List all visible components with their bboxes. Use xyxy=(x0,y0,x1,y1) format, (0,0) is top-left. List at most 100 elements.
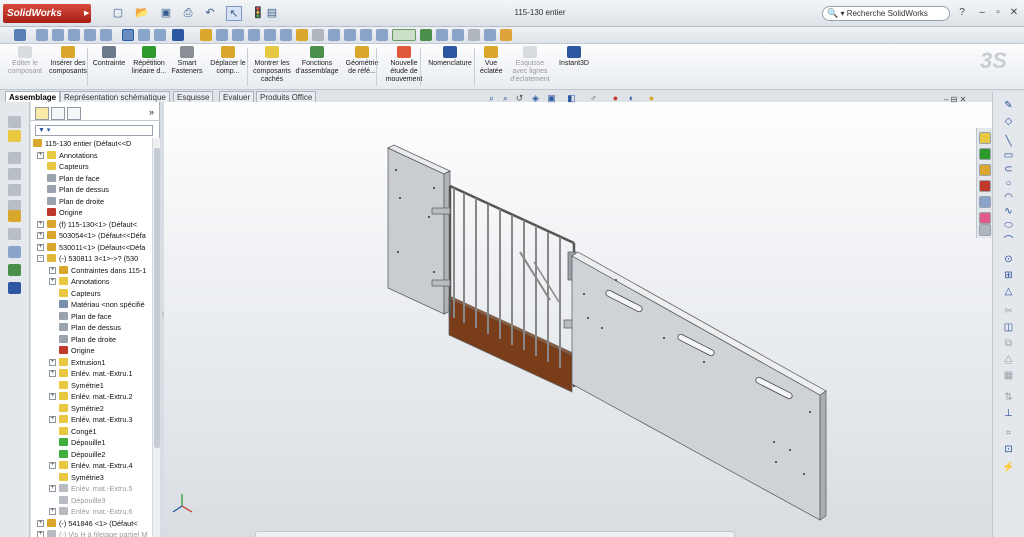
fillet-sketch-icon[interactable]: ⌒ xyxy=(1002,236,1015,248)
ribbon-button-1[interactable]: Insérer des composants xyxy=(46,46,90,76)
tree-expander[interactable]: + xyxy=(37,243,44,251)
rotate-icon[interactable] xyxy=(264,29,276,41)
help-icon[interactable]: ? xyxy=(955,6,969,20)
property-manager-tab[interactable] xyxy=(51,107,65,120)
tree-item[interactable]: Symétrie3 xyxy=(59,472,152,483)
restore-icon[interactable]: ▫ xyxy=(991,6,1005,20)
viewport-window-controls[interactable]: – ⊟ ✕ xyxy=(944,95,966,104)
custom-properties-tab-icon[interactable] xyxy=(979,224,991,236)
tab-0[interactable]: Assemblage xyxy=(5,91,61,102)
tree-item[interactable]: Congé1 xyxy=(59,426,152,437)
mirror-icon[interactable]: ⧋ xyxy=(1002,354,1015,366)
design-library-tab-icon[interactable] xyxy=(979,148,991,160)
sketch-icon[interactable]: ✎ xyxy=(1002,100,1015,112)
select-icon[interactable]: ↖ xyxy=(226,6,242,21)
tree-item[interactable]: 115-130 entier (Défaut<<D xyxy=(33,138,152,149)
right-panel[interactable] xyxy=(571,251,827,521)
scene-icon[interactable] xyxy=(484,29,496,41)
check-icon[interactable] xyxy=(312,29,324,41)
slot-icon[interactable]: ⊂ xyxy=(1002,164,1015,176)
tree-expander[interactable]: + xyxy=(49,393,56,400)
hide-show-items-icon[interactable]: ♂ xyxy=(588,93,599,104)
repair-icon[interactable]: ⌗ xyxy=(1002,428,1015,440)
smart-dimension-icon[interactable]: ◇ xyxy=(1002,116,1015,128)
tree-item[interactable]: Dépouille3 xyxy=(59,495,152,506)
tree-item[interactable]: Extrusion1 xyxy=(59,357,152,368)
tree-item[interactable]: Origine xyxy=(47,207,152,218)
view-palette-tab-icon[interactable] xyxy=(979,196,991,208)
toolbar-icon-1[interactable] xyxy=(8,116,21,128)
undo-icon[interactable]: ↶ xyxy=(202,6,218,21)
tree-item[interactable]: 503054<1> (Défaut<<Défa xyxy=(47,230,152,241)
tree-item[interactable]: (-) 530811 3<1>->? (530 xyxy=(47,253,152,264)
gate-frame[interactable] xyxy=(431,184,577,393)
graphics-area[interactable] xyxy=(164,102,992,537)
circle-icon[interactable]: ○ xyxy=(1002,178,1015,190)
ribbon-button-0[interactable]: Editer le composant xyxy=(6,46,44,76)
trim-icon[interactable]: ✂ xyxy=(1002,306,1015,318)
assembly-model[interactable] xyxy=(164,102,992,537)
zoom-icon[interactable] xyxy=(248,29,260,41)
toolbar-icon-7[interactable] xyxy=(8,210,21,222)
tree-item[interactable]: Capteurs xyxy=(47,161,152,172)
tree-item[interactable]: Dépouille1 xyxy=(59,437,152,448)
tree-expander[interactable]: + xyxy=(37,151,44,159)
ribbon-button-4[interactable]: Smart Fasteners xyxy=(170,46,204,76)
ribbon-button-6[interactable]: Montrer les composants cachés xyxy=(252,46,292,84)
tree-expander[interactable]: + xyxy=(49,508,56,515)
tree-expander[interactable]: + xyxy=(37,531,44,537)
view-normal-icon[interactable] xyxy=(100,29,112,41)
tree-item[interactable]: Annotations xyxy=(59,276,152,287)
arc-icon[interactable]: ◠ xyxy=(1002,192,1015,204)
ribbon-button-2[interactable]: Contrainte xyxy=(92,46,126,68)
display-style-icon[interactable]: ◧ xyxy=(566,93,577,104)
toolbar-icon-4[interactable] xyxy=(8,168,21,180)
spell-icon[interactable] xyxy=(200,29,212,41)
toolbar-icon-5[interactable] xyxy=(8,184,21,196)
appearances-tab-icon[interactable] xyxy=(979,212,991,224)
expand-panel-icon[interactable]: » xyxy=(149,107,154,117)
tree-expander[interactable]: + xyxy=(49,416,56,423)
mate-icon[interactable] xyxy=(296,29,308,41)
ribbon-button-10[interactable]: Nomenclature xyxy=(426,46,474,68)
tab-1[interactable]: Représentation schématique xyxy=(60,91,170,102)
tree-item[interactable]: Origine xyxy=(59,345,152,356)
display-style-icon[interactable] xyxy=(452,29,464,41)
hidden-lines-icon[interactable] xyxy=(154,29,166,41)
tree-expander[interactable]: + xyxy=(49,462,56,469)
solidworks-logo[interactable]: SolidWorks xyxy=(3,4,91,23)
previous-view-icon[interactable]: ↺ xyxy=(514,93,525,104)
tree-item[interactable]: Enlév. mat.-Extru.1 xyxy=(59,368,152,379)
rectangle-icon[interactable]: ▭ xyxy=(1002,150,1015,162)
print-icon[interactable]: ⎙ xyxy=(180,6,196,21)
tree-expander[interactable]: + xyxy=(49,485,56,492)
view-front-icon[interactable] xyxy=(36,29,48,41)
toolbar-icon-2[interactable] xyxy=(8,130,21,142)
spline-icon[interactable]: ∿ xyxy=(1002,206,1015,218)
toolbar-icon-10[interactable] xyxy=(8,264,21,276)
tree-item[interactable]: Enlév. mat.-Extru.4 xyxy=(59,460,152,471)
configuration-manager-tab[interactable] xyxy=(67,107,81,120)
toolbar-icon-9[interactable] xyxy=(8,246,21,258)
tree-filter-input[interactable]: ▼ ▾ xyxy=(35,125,153,136)
tree-item[interactable]: Plan de droite xyxy=(47,196,152,207)
edit-appearance-icon[interactable]: ● xyxy=(610,93,621,104)
tree-item[interactable]: (-) Vis H à filetage partiel M xyxy=(47,529,152,537)
tree-expander[interactable]: + xyxy=(37,232,44,239)
new-document-icon[interactable]: ▢ xyxy=(110,6,126,21)
edit-appearance-icon[interactable] xyxy=(420,29,432,41)
view-iso-icon[interactable] xyxy=(84,29,96,41)
toolbar-icon-3[interactable] xyxy=(8,152,21,164)
tree-item[interactable]: Plan de dessus xyxy=(47,184,152,195)
construction-icon[interactable]: ⊞ xyxy=(1002,270,1015,282)
tree-item[interactable]: Plan de droite xyxy=(59,334,152,345)
point-icon[interactable]: ⊙ xyxy=(1002,254,1015,266)
tab-4[interactable]: Produits Office xyxy=(256,91,317,102)
tree-expander[interactable]: + xyxy=(37,220,44,228)
tree-expander[interactable]: + xyxy=(37,519,44,527)
render-icon[interactable] xyxy=(500,29,512,41)
ribbon-button-5[interactable]: Déplacer le comp... xyxy=(206,46,250,76)
tree-item[interactable]: Capteurs xyxy=(59,288,152,299)
tree-item[interactable]: Enlév. mat.-Extru.6 xyxy=(59,506,152,517)
grid-icon[interactable] xyxy=(376,29,388,41)
